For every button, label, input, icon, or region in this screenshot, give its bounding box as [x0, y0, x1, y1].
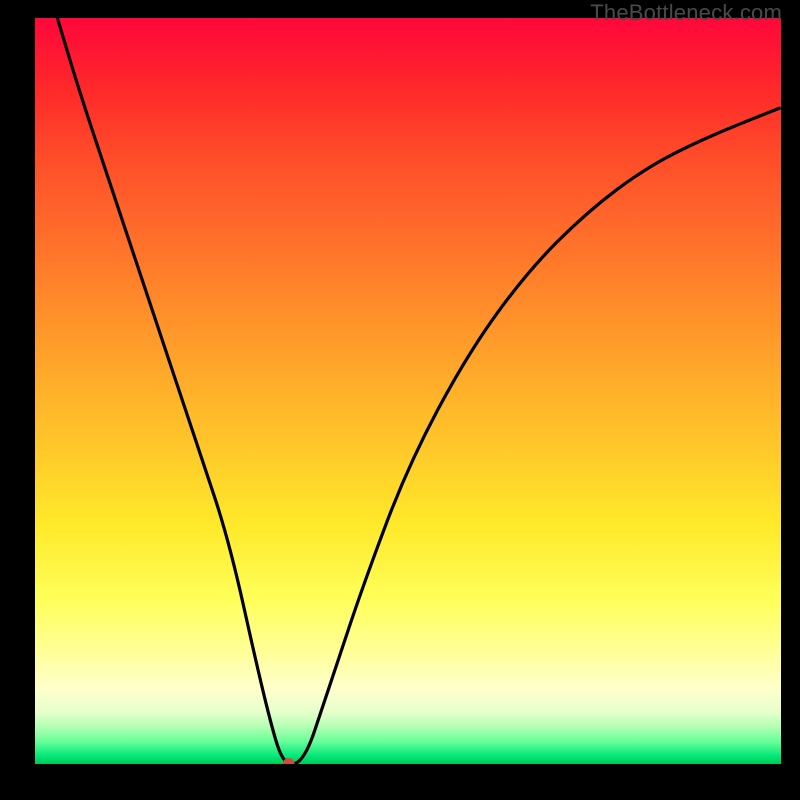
plot-gradient-background [35, 18, 781, 764]
chart-frame: TheBottleneck.com [0, 0, 800, 800]
watermark-text: TheBottleneck.com [590, 0, 782, 26]
